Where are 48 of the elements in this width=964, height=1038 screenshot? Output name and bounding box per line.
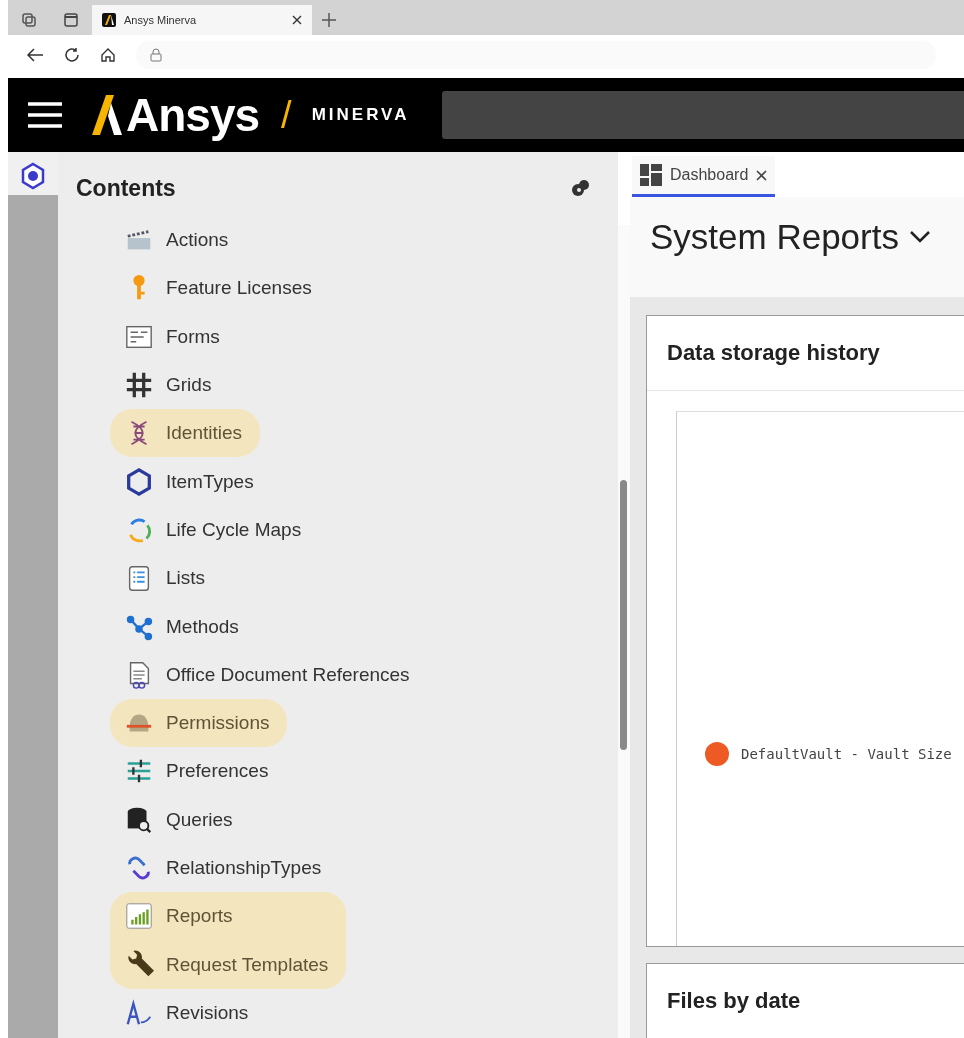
dashboard-icon xyxy=(640,164,662,186)
tab-actions-icon[interactable] xyxy=(63,12,79,28)
hexagon-icon xyxy=(124,466,154,497)
contents-item[interactable]: Methods xyxy=(110,602,618,651)
logo-slash: / xyxy=(281,93,292,137)
workspace-tab[interactable]: Dashboard xyxy=(632,156,776,197)
lock-icon xyxy=(150,48,162,62)
favicon-icon xyxy=(102,13,116,27)
scrollbar-thumb[interactable] xyxy=(620,480,627,750)
home-icon[interactable] xyxy=(100,47,116,63)
contents-item[interactable]: Life Cycle Maps xyxy=(110,505,618,555)
chevron-down-icon xyxy=(908,230,931,244)
card-title: Data storage history xyxy=(647,316,964,391)
contents-item[interactable]: Lists xyxy=(110,554,618,603)
tab-title: Ansys Minerva xyxy=(124,14,198,26)
contents-item[interactable]: Preferences xyxy=(110,747,618,796)
product-name: MINERVA xyxy=(311,105,410,125)
new-tab-icon[interactable] xyxy=(322,13,336,27)
contents-item[interactable]: Reports xyxy=(110,892,329,941)
address-field[interactable] xyxy=(136,41,936,69)
contents-item[interactable]: Forms xyxy=(110,312,618,361)
rail-tab[interactable] xyxy=(8,152,58,195)
menu-icon[interactable] xyxy=(28,102,62,128)
contents-item[interactable]: Feature Licenses xyxy=(110,264,618,313)
contents-item[interactable]: Identities xyxy=(110,409,243,458)
card-title: Files by date xyxy=(647,964,964,1038)
back-icon[interactable] xyxy=(26,47,44,63)
contents-item[interactable]: ItemTypes xyxy=(110,457,618,506)
panel-title: Contents xyxy=(76,174,176,202)
contents-item[interactable]: Permissions xyxy=(110,698,270,748)
contents-item[interactable]: Revisions xyxy=(110,988,618,1038)
contents-item[interactable]: Office Document References xyxy=(110,650,618,699)
bar-chart-icon xyxy=(124,901,154,932)
scrollbar[interactable] xyxy=(618,225,630,1038)
brand-logo: Ansys xyxy=(92,88,260,142)
hexagon-icon xyxy=(20,162,46,190)
close-icon[interactable] xyxy=(292,15,302,25)
legend-label: DefaultVault - Vault Size xyxy=(741,746,952,762)
contents-item[interactable]: Request Templates xyxy=(110,940,329,989)
contents-item[interactable]: Queries xyxy=(110,795,618,844)
browser-tab[interactable]: Ansys Minerva xyxy=(92,5,312,35)
workspaces-icon[interactable] xyxy=(21,12,37,28)
close-icon[interactable] xyxy=(756,169,768,181)
contents-item[interactable]: RelationshipTypes xyxy=(110,843,618,893)
logo-mark-icon xyxy=(92,95,122,135)
reload-icon[interactable] xyxy=(64,47,80,63)
contents-item[interactable]: Actions xyxy=(110,216,618,265)
contents-item[interactable]: Grids xyxy=(110,360,618,410)
